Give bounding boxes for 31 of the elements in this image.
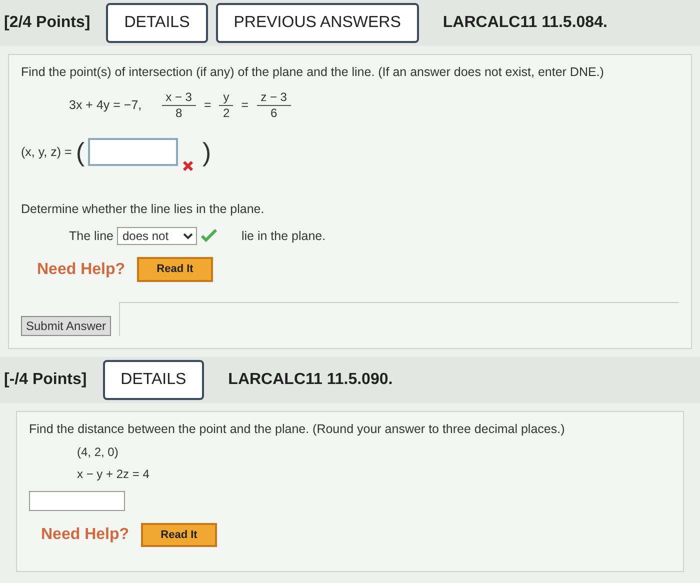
close-paren: ) [202, 136, 212, 169]
read-it-button[interactable]: Read It [137, 257, 214, 282]
open-paren: ( [76, 136, 84, 169]
read-it-button[interactable]: Read It [141, 522, 218, 547]
need-help-label: Need Help? [41, 524, 130, 545]
previous-answers-button[interactable]: PREVIOUS ANSWERS [216, 3, 419, 43]
math-expression: (4, 2, 0) [77, 444, 120, 460]
math-expression: x − y + 2z = 4 [77, 466, 150, 482]
plane-equation: 3x + 4y = −7, [69, 96, 142, 114]
equals-sign: = [241, 96, 249, 114]
details-button[interactable]: DETAILS [102, 360, 204, 400]
fraction: y 2 [219, 90, 234, 121]
sentence-start: The line [69, 228, 114, 244]
points-label: [2/4 Points] [4, 13, 90, 33]
question-code: LARCALC11 11.5.090. [228, 370, 393, 390]
question-text: Find the distance between the point and the plane. (Round your answer to three decimal places.) [29, 420, 566, 438]
submit-answer-button[interactable]: Submit Answer [21, 316, 112, 336]
equals-sign: = [204, 96, 212, 114]
answer-field[interactable] [88, 138, 178, 166]
fraction: x − 3 8 [162, 90, 196, 121]
question-code: LARCALC11 11.5.084. [442, 13, 608, 33]
points-label: [-/4 Points] [4, 370, 87, 390]
part-b-text: Determine whether the line lies in the plane. [21, 200, 266, 218]
fraction: z − 3 6 [256, 90, 291, 121]
question-text: Find the point(s) of intersection (if any) of the plane and the line. (If an answer does not exist, enter DNE.) [21, 64, 605, 81]
sentence-end: lie in the plane. [241, 228, 326, 245]
need-help-label: Need Help? [37, 260, 126, 280]
answer-dropdown[interactable]: does not [117, 226, 198, 245]
answer-label: (x, y, z) = [21, 144, 72, 161]
details-button[interactable]: DETAILS [106, 3, 208, 43]
answer-field[interactable] [29, 490, 125, 510]
